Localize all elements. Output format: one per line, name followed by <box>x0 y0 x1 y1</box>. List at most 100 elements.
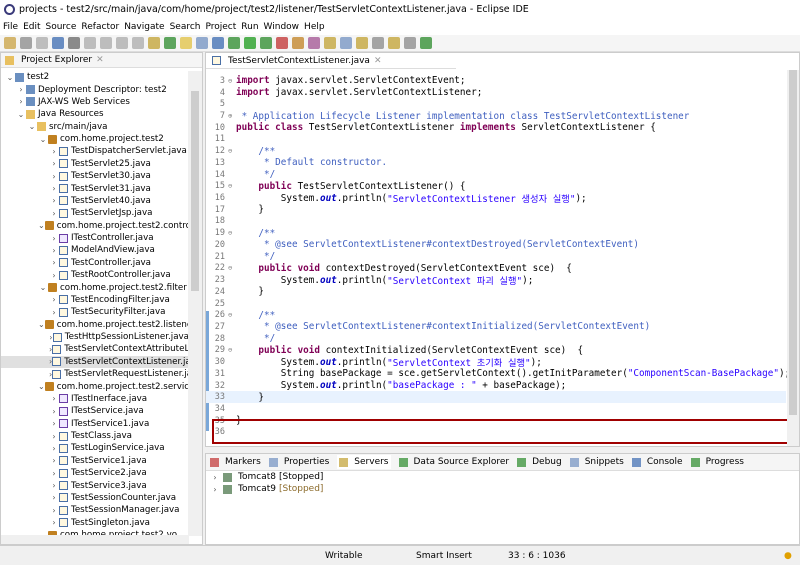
chevron-right-icon[interactable]: › <box>210 473 220 482</box>
toolbar-button-icon[interactable] <box>356 37 368 49</box>
menu-help[interactable]: Help <box>304 22 325 32</box>
tab-servers[interactable]: Servers <box>337 455 390 469</box>
code-line[interactable]: 32 System.out.println("basePackage : " +… <box>206 380 786 392</box>
code-line[interactable]: 24 } <box>206 286 786 298</box>
chevron-right-icon[interactable]: › <box>49 172 59 181</box>
fold-icon[interactable]: ⊖ <box>228 147 236 155</box>
fold-icon[interactable]: ⊖ <box>228 229 236 237</box>
tree-item[interactable]: ⌄Java Resources <box>1 108 189 120</box>
chevron-right-icon[interactable]: › <box>49 196 59 205</box>
code-editor[interactable]: TestServletContextListener.java ✕ 3⊖impo… <box>205 52 800 447</box>
tree-item[interactable]: ›ModelAndView.java <box>1 244 189 256</box>
tab-snippets[interactable]: Snippets <box>570 457 624 467</box>
toolbar-button-icon[interactable] <box>84 37 96 49</box>
tree-item[interactable]: ›ITestController.java <box>1 232 189 244</box>
toolbar-button-icon[interactable] <box>324 37 336 49</box>
code-line[interactable]: 19⊖ /** <box>206 227 786 239</box>
fold-icon[interactable]: ⊕ <box>228 112 236 120</box>
chevron-right-icon[interactable]: › <box>49 234 59 243</box>
tree-item[interactable]: ›TestServlet25.java <box>1 158 189 170</box>
chevron-right-icon[interactable]: › <box>49 432 59 441</box>
tab-debug[interactable]: Debug <box>517 457 562 467</box>
chevron-down-icon[interactable]: ⌄ <box>38 382 45 391</box>
toolbar-button-icon[interactable] <box>212 37 224 49</box>
toolbar-button-icon[interactable] <box>388 37 400 49</box>
chevron-right-icon[interactable]: › <box>49 147 59 156</box>
toolbar-button-icon[interactable] <box>260 37 272 49</box>
tree-item[interactable]: ›TestLoginService.java <box>1 442 189 454</box>
chevron-right-icon[interactable]: › <box>49 518 59 527</box>
editor-tab[interactable]: TestServletContextListener.java ✕ <box>206 53 456 69</box>
fold-icon[interactable]: ⊖ <box>228 77 236 85</box>
code-line[interactable]: 26⊖ /** <box>206 309 786 321</box>
toolbar-button-icon[interactable] <box>4 37 16 49</box>
menu-source[interactable]: Source <box>46 22 77 32</box>
menu-project[interactable]: Project <box>205 22 236 32</box>
chevron-right-icon[interactable]: › <box>49 209 59 218</box>
toolbar-button-icon[interactable] <box>196 37 208 49</box>
toolbar-button-icon[interactable] <box>20 37 32 49</box>
toolbar-button-icon[interactable] <box>148 37 160 49</box>
chevron-right-icon[interactable]: › <box>49 407 59 416</box>
tree-item[interactable]: ›TestController.java <box>1 257 189 269</box>
tree-item[interactable]: ›Deployment Descriptor: test2 <box>1 83 189 95</box>
chevron-right-icon[interactable]: › <box>49 419 59 428</box>
chevron-right-icon[interactable]: › <box>49 184 59 193</box>
chevron-down-icon[interactable]: ⌄ <box>38 283 48 292</box>
code-line[interactable]: 28 */ <box>206 333 786 345</box>
tree-item[interactable]: ›TestServletContextListener.java <box>1 356 189 368</box>
toolbar-button-icon[interactable] <box>36 37 48 49</box>
chevron-down-icon[interactable]: ⌄ <box>38 221 45 230</box>
vertical-scrollbar[interactable] <box>188 71 202 536</box>
toolbar-button-icon[interactable] <box>52 37 64 49</box>
project-explorer-title[interactable]: Project Explorer <box>21 55 92 65</box>
tab-markers[interactable]: Markers <box>210 457 261 467</box>
code-line[interactable]: 18 <box>206 216 786 228</box>
menu-window[interactable]: Window <box>264 22 300 32</box>
menu-edit[interactable]: Edit <box>23 22 40 32</box>
server-item[interactable]: ›Tomcat9[Stopped] <box>206 483 799 495</box>
chevron-right-icon[interactable]: › <box>16 85 26 94</box>
chevron-down-icon[interactable]: ⌄ <box>16 110 26 119</box>
toolbar-button-icon[interactable] <box>420 37 432 49</box>
tree-item[interactable]: ›TestEncodingFilter.java <box>1 294 189 306</box>
code-line[interactable]: 27 * @see ServletContextListener#context… <box>206 321 786 333</box>
toolbar-button-icon[interactable] <box>404 37 416 49</box>
toolbar-button-icon[interactable] <box>132 37 144 49</box>
tree-item[interactable]: ›TestServlet40.java <box>1 195 189 207</box>
editor-scrollbar[interactable] <box>787 70 799 446</box>
fold-icon[interactable]: ⊖ <box>228 182 236 190</box>
tree-item[interactable]: ›TestSessionCounter.java <box>1 492 189 504</box>
code-line[interactable]: 33 } <box>206 391 786 403</box>
menu-run[interactable]: Run <box>241 22 258 32</box>
chevron-right-icon[interactable]: › <box>49 469 59 478</box>
chevron-right-icon[interactable]: › <box>49 456 59 465</box>
code-line[interactable]: 7⊕ * Application Lifecycle Listener impl… <box>206 110 786 122</box>
tree-item[interactable]: ⌄com.home.project.test2.listener <box>1 319 189 331</box>
tab-console[interactable]: Console <box>632 457 683 467</box>
toolbar-button-icon[interactable] <box>68 37 80 49</box>
code-line[interactable]: 4import javax.servlet.ServletContextList… <box>206 87 786 99</box>
code-line[interactable]: 30 System.out.println("ServletContext 초기… <box>206 356 786 368</box>
chevron-right-icon[interactable]: › <box>49 308 59 317</box>
toolbar-button-icon[interactable] <box>244 37 256 49</box>
chevron-right-icon[interactable]: › <box>49 271 59 280</box>
code-line[interactable]: 21 */ <box>206 251 786 263</box>
tree-item[interactable]: ›TestSecurityFilter.java <box>1 306 189 318</box>
code-line[interactable]: 11 <box>206 134 786 146</box>
code-line[interactable]: 34 <box>206 403 786 415</box>
code-line[interactable]: 23 System.out.println("ServletContext 파괴… <box>206 274 786 286</box>
toolbar-button-icon[interactable] <box>100 37 112 49</box>
tree-item[interactable]: ›TestService1.java <box>1 455 189 467</box>
toolbar-button-icon[interactable] <box>180 37 192 49</box>
tree-item[interactable]: ⌄com.home.project.test2.controller <box>1 220 189 232</box>
lightbulb-icon[interactable]: ● <box>784 551 792 561</box>
tree-item[interactable]: ⌄com.home.project.test2.service <box>1 380 189 392</box>
menu-refactor[interactable]: Refactor <box>81 22 119 32</box>
code-area[interactable]: 3⊖import javax.servlet.ServletContextEve… <box>206 75 786 438</box>
chevron-right-icon[interactable]: › <box>49 444 59 453</box>
chevron-right-icon[interactable]: › <box>49 295 59 304</box>
chevron-right-icon[interactable]: › <box>49 493 59 502</box>
tree-item[interactable]: ›TestDispatcherServlet.java <box>1 145 189 157</box>
toolbar-button-icon[interactable] <box>228 37 240 49</box>
